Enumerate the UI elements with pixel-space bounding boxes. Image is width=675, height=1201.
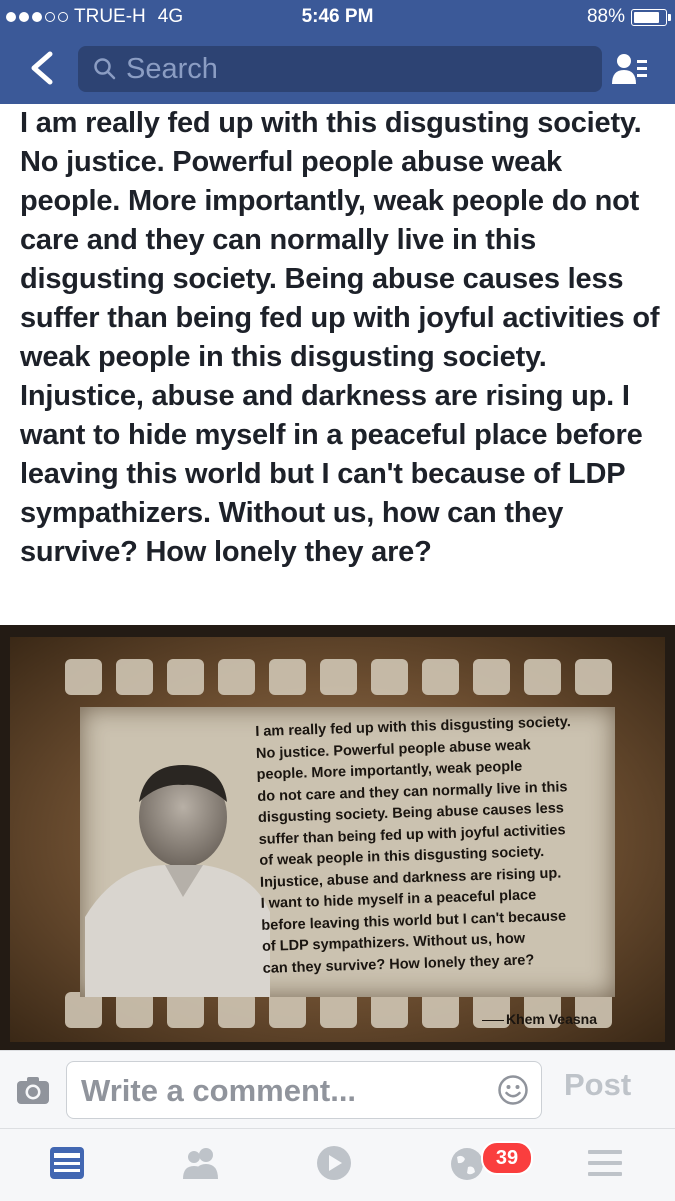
comment-box[interactable] <box>66 1061 542 1119</box>
notification-badge: 39 <box>481 1141 533 1175</box>
top-bar: TRUE-H 4G 5:46 PM 88% <box>0 0 675 104</box>
menu-icon[interactable] <box>586 1145 624 1181</box>
comment-bar: Post <box>0 1050 675 1129</box>
signature-text: Khem Veasna <box>505 1011 597 1027</box>
camera-icon[interactable] <box>16 1075 50 1105</box>
video-icon[interactable] <box>315 1145 353 1181</box>
search-icon <box>94 58 116 80</box>
image-signature: Khem Veasna <box>481 1011 597 1027</box>
friend-requests-icon[interactable] <box>611 52 649 86</box>
search-input[interactable] <box>124 51 588 87</box>
comment-input[interactable] <box>79 1070 483 1112</box>
friends-icon[interactable] <box>182 1145 220 1181</box>
post-text: I am really fed up with this disgusting … <box>20 107 660 568</box>
post-image[interactable]: I am really fed up with this disgusting … <box>0 625 675 1050</box>
battery-percent: 88% <box>586 6 625 27</box>
status-bar: TRUE-H 4G 5:46 PM 88% <box>0 0 675 34</box>
status-right: 88% <box>586 6 671 28</box>
notifications-globe-icon[interactable] <box>448 1145 486 1181</box>
post-button[interactable]: Post <box>564 1067 631 1103</box>
news-feed-icon[interactable] <box>48 1145 86 1181</box>
battery-icon <box>631 8 671 26</box>
nav-bar <box>0 34 675 104</box>
sprocket-row-top <box>65 659 625 699</box>
film-strip-graphic: I am really fed up with this disgusting … <box>10 637 665 1042</box>
clock: 5:46 PM <box>301 6 374 27</box>
search-bar[interactable] <box>78 46 602 92</box>
portrait-photo <box>85 765 270 997</box>
image-quote-text: I am really fed up with this disgusting … <box>255 711 618 980</box>
emoji-icon[interactable] <box>497 1074 529 1106</box>
chevron-left-icon[interactable] <box>24 48 60 88</box>
tab-bar: 39 <box>0 1128 675 1201</box>
film-frame: I am really fed up with this disgusting … <box>80 707 618 1027</box>
